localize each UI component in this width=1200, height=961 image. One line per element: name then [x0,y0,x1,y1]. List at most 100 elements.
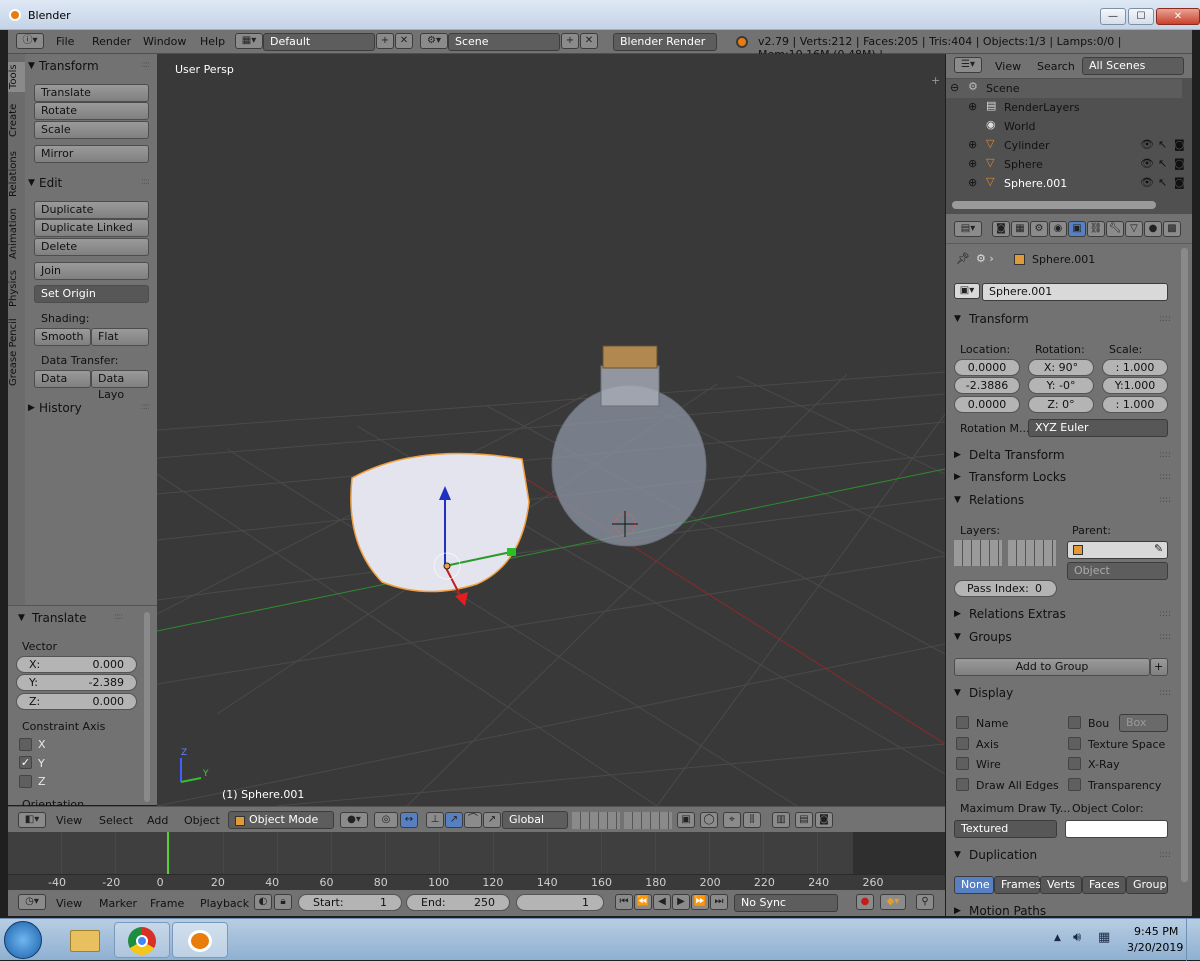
grip-icon[interactable]: :::: [1159,450,1171,460]
pass-index-field[interactable]: Pass Index: 0 [954,580,1057,597]
data-layout-button[interactable]: Data Layo [91,370,149,401]
operator-scrollbar[interactable] [144,612,150,802]
texture-tab-icon[interactable]: ▩ [1163,221,1181,237]
name-checkbox[interactable] [956,716,969,729]
texture-space-checkbox[interactable] [1068,737,1081,750]
collapse-icon[interactable]: ⊖ [950,81,959,94]
scale-tool-icon[interactable]: ↗ [483,812,501,828]
tab-tools[interactable]: Tools [8,62,25,92]
render-camera-icon[interactable]: ◙ [1174,176,1185,189]
transform-orientation-dropdown[interactable]: Global [502,811,568,829]
grip-icon[interactable]: :::: [1159,632,1171,642]
timeline[interactable]: -40 -20 0 20 40 60 80 100 120 140 160 180 200 220 240 2… [8,832,945,890]
join-button[interactable]: Join [34,262,149,280]
smooth-button[interactable]: Smooth [34,328,91,346]
render-camera-icon[interactable]: ◙ [1174,138,1185,151]
outliner-sphere001-row[interactable]: ⊕ ▽ Sphere.001 👁︎ ↖ ◙ [946,174,1185,193]
outliner-filter-dropdown[interactable]: All Scenes [1082,57,1184,75]
constraint-x-checkbox[interactable] [19,738,32,751]
flat-button[interactable]: Flat [91,328,149,346]
snap-target-icon[interactable]: ▥ [772,812,790,828]
visibility-eye-icon[interactable]: 👁︎ [1140,138,1154,151]
add-layout-icon[interactable]: + [376,33,394,49]
location-x-field[interactable]: 0.0000 [954,359,1020,376]
object-datablock-icon[interactable]: ▣▾ [954,283,980,299]
tab-animation[interactable]: Animation [8,204,25,264]
delete-button[interactable]: Delete [34,238,149,256]
vector-y-field[interactable]: Y: -2.389 [16,674,137,691]
expand-icon[interactable]: ⊕ [968,176,977,189]
dup-none-button[interactable]: None [954,876,994,894]
clock-time[interactable]: 9:45 PM [1134,925,1178,938]
translate-button[interactable]: Translate [34,84,149,102]
add-group-plus-icon[interactable]: + [1150,658,1168,676]
scene-icon[interactable]: ⚙▾ [420,33,448,49]
motion-paths-section[interactable]: ▶ Motion Paths [951,902,1173,916]
properties-scrollbar[interactable] [1181,248,1188,882]
blender-taskbar-icon[interactable] [172,922,228,958]
select-cursor-icon[interactable]: ↖ [1158,138,1167,151]
tl-menu-marker[interactable]: Marker [99,897,137,910]
eyedropper-icon[interactable]: ✎ [1154,542,1163,555]
grip-icon[interactable]: :::: [1159,688,1171,698]
tl-menu-playback[interactable]: Playback [200,897,249,910]
constraints-tab-icon[interactable]: ⛓ [1087,221,1105,237]
close-button[interactable]: ✕ [1156,8,1200,25]
vp-menu-object[interactable]: Object [184,814,220,827]
play-icon[interactable]: ▶ [672,894,690,910]
visibility-eye-icon[interactable]: 👁︎ [1140,157,1154,170]
set-origin-dropdown[interactable]: Set Origin [34,285,149,303]
parent-type-dropdown[interactable]: Object [1067,562,1168,580]
constraint-z-checkbox[interactable] [19,775,32,788]
vp-menu-add[interactable]: Add [147,814,168,827]
scene-field[interactable]: Scene [448,33,560,51]
outliner-renderlayers-row[interactable]: ⊕ ▤ RenderLayers [946,98,1182,117]
grip-icon[interactable]: :::: [141,402,150,412]
tab-create[interactable]: Create [8,98,25,142]
manipulator-toggle-icon[interactable]: ↔ [400,812,418,828]
layout-field[interactable]: Default [263,33,375,51]
rotation-mode-dropdown[interactable]: XYZ Euler [1028,419,1168,437]
rotate-button[interactable]: Rotate [34,102,149,120]
constraint-y-checkbox[interactable]: ✓ [19,756,32,769]
pin-icon[interactable]: 📌︎ [956,252,970,265]
duplicate-linked-button[interactable]: Duplicate Linked [34,219,149,237]
grip-icon[interactable]: :::: [1159,850,1171,860]
transform-section-header[interactable]: ▼ Transform:::: [951,310,1173,330]
start-frame-field[interactable]: Start: 1 [298,894,402,911]
scale-manipulator-icon[interactable]: ⌒ [464,812,482,828]
chrome-taskbar-icon[interactable] [114,922,170,958]
tl-menu-view[interactable]: View [56,897,82,910]
remove-layout-icon[interactable]: ✕ [395,33,413,49]
outliner-cylinder-row[interactable]: ⊕ ▽ Cylinder 👁︎ ↖ ◙ [946,136,1185,155]
data-tab-icon[interactable]: ▽ [1125,221,1143,237]
show-hidden-icons[interactable]: ▲ [1054,933,1061,943]
rotation-z-field[interactable]: Z: 0° [1028,396,1094,413]
grip-icon[interactable]: :::: [141,177,150,187]
relations-section-header[interactable]: ▼ Relations:::: [951,491,1173,511]
render-preview-icon[interactable]: ▤ [795,812,813,828]
scale-y-field[interactable]: Y:1.000 [1102,377,1168,394]
mirror-button[interactable]: Mirror [34,145,149,163]
tab-grease-pencil[interactable]: Grease Pencil [8,316,25,388]
scale-x-field[interactable]: : 1.000 [1102,359,1168,376]
draw-all-edges-checkbox[interactable] [956,778,969,791]
rotate-manipulator-icon[interactable]: ↗ [445,812,463,828]
proportional-edit-icon[interactable]: ◯ [700,812,718,828]
vector-x-field[interactable]: X: 0.000 [16,656,137,673]
dup-faces-button[interactable]: Faces [1082,876,1126,894]
editor-type-icon[interactable]: ◧▾ [18,812,46,828]
max-draw-type-dropdown[interactable]: Textured [954,820,1057,838]
object-layers-grid-2[interactable] [1008,540,1056,566]
tab-relations[interactable]: Relations [8,146,25,202]
end-frame-field[interactable]: End: 250 [406,894,510,911]
jump-end-icon[interactable]: ⏭ [710,894,728,910]
dup-verts-button[interactable]: Verts [1040,876,1082,894]
bottle-object[interactable] [551,345,707,547]
outliner-world-row[interactable]: ◉ World [946,117,1182,136]
object-color-swatch[interactable] [1065,820,1168,838]
select-cursor-icon[interactable]: ↖ [1158,157,1167,170]
visibility-eye-icon[interactable]: 👁︎ [1140,176,1154,189]
maximize-button[interactable]: ☐ [1128,8,1154,25]
delta-transform-section[interactable]: ▶ Delta Transform:::: [951,446,1173,466]
